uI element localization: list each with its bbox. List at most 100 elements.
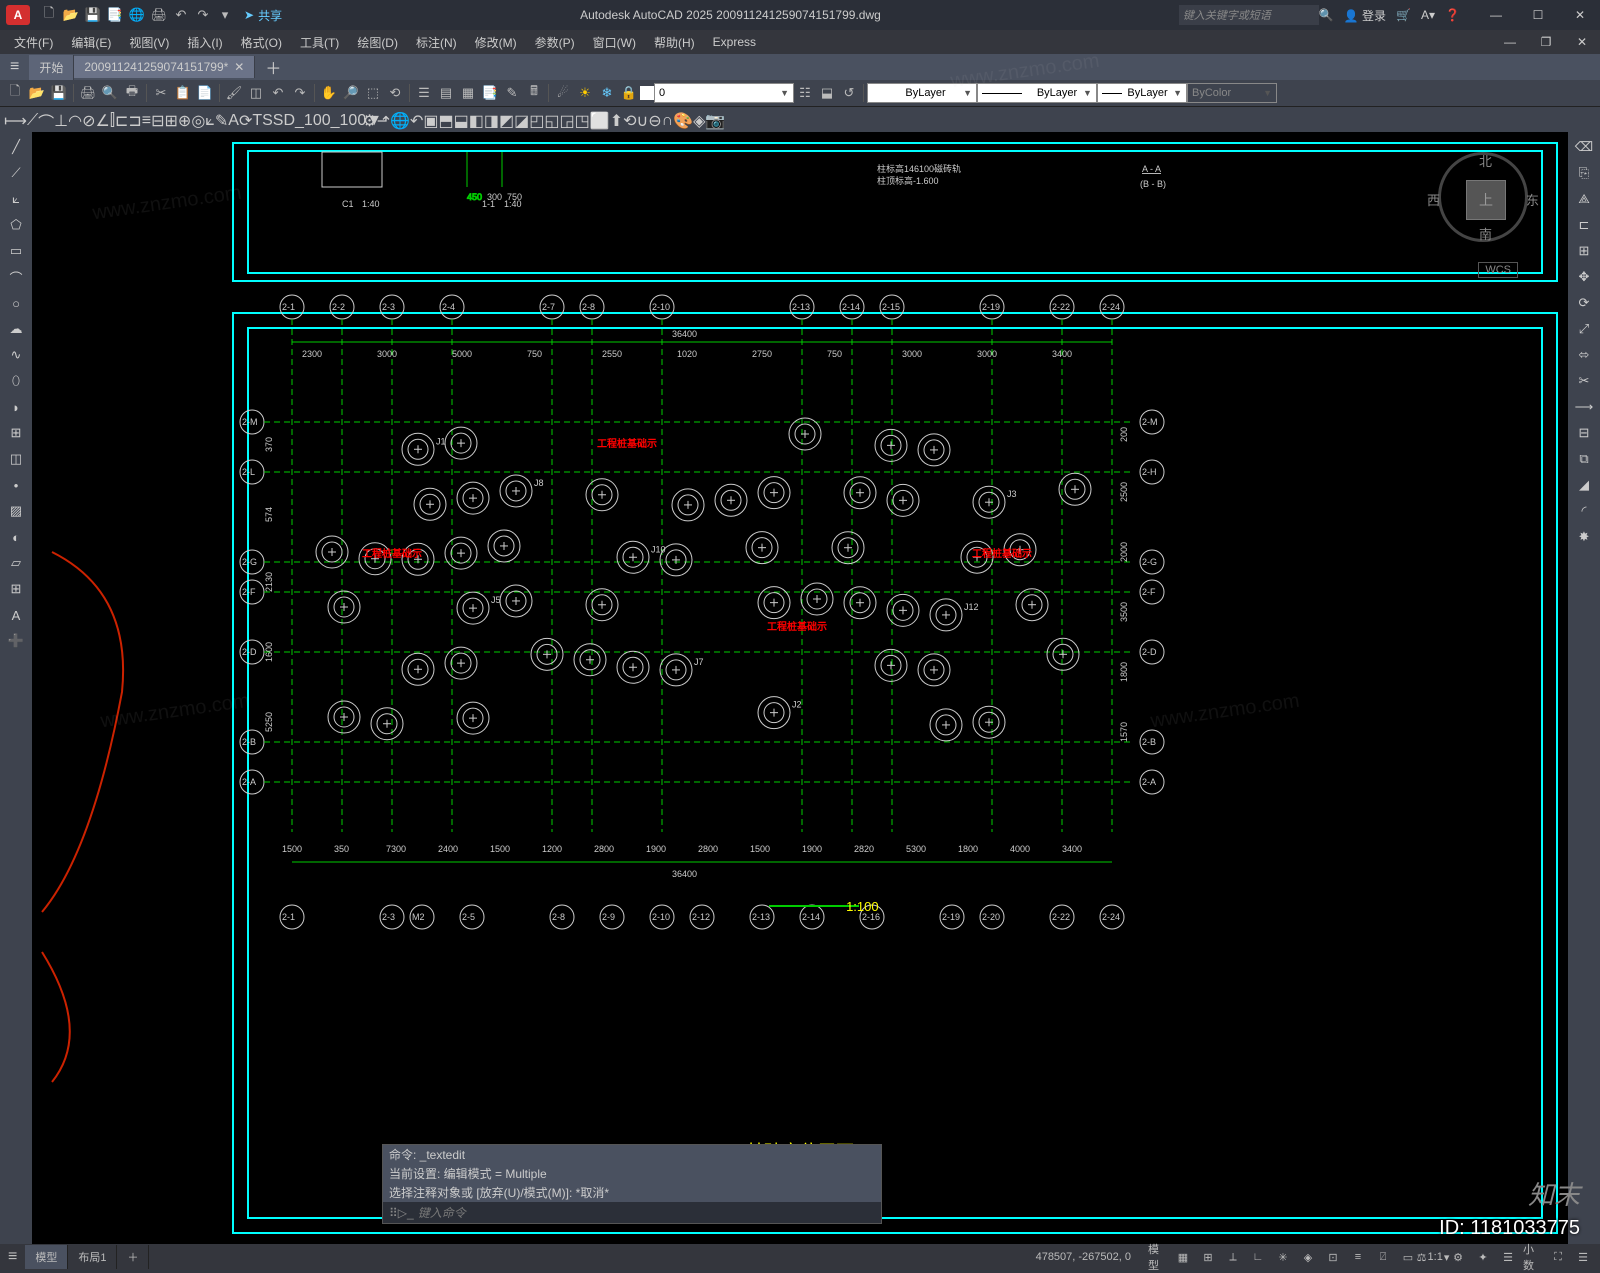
menu-tools[interactable]: 工具(T) <box>292 32 347 53</box>
view-left-icon[interactable]: ◧ <box>469 111 484 131</box>
dim-textedit-icon[interactable]: A <box>228 112 239 130</box>
tb-dc-icon[interactable]: ▤ <box>435 82 457 104</box>
toggle-gizmo-icon[interactable]: ⚙ <box>1447 1247 1469 1267</box>
tb-layerprev-icon[interactable]: ↺ <box>838 82 860 104</box>
search-icon[interactable]: 🔍 <box>1319 8 1334 22</box>
stretch-tool-icon[interactable]: ⬄ <box>1572 344 1596 366</box>
tb-block-icon[interactable]: ◫ <box>245 82 267 104</box>
menu-format[interactable]: 格式(O) <box>233 32 290 53</box>
gradient-tool-icon[interactable]: ◐ <box>4 526 28 548</box>
insert-tool-icon[interactable]: ⊞ <box>4 422 28 444</box>
login-button[interactable]: 👤 登录 <box>1344 7 1386 24</box>
dim-tol-icon[interactable]: ⊞ <box>165 111 178 131</box>
tb-tp-icon[interactable]: ▦ <box>457 82 479 104</box>
ucs-prev-icon[interactable]: ↶ <box>410 111 423 131</box>
ellipsearc-tool-icon[interactable]: ◗ <box>4 396 28 418</box>
spline-tool-icon[interactable]: ∿ <box>4 344 28 366</box>
qat-new-icon[interactable]: 🗋 <box>40 6 58 24</box>
tb-layerstate-icon[interactable]: ☀ <box>574 82 596 104</box>
units-readout[interactable]: 小数 <box>1522 1247 1544 1267</box>
toggle-iso-icon[interactable]: ◈ <box>1297 1247 1319 1267</box>
view-front-icon[interactable]: ◩ <box>499 111 514 131</box>
dim-ordinate-icon[interactable]: ⊥ <box>54 111 68 131</box>
dim-edit-icon[interactable]: ✎ <box>215 111 228 131</box>
toggle-model[interactable]: 模型 <box>1147 1247 1169 1267</box>
join-tool-icon[interactable]: ⧉ <box>1572 448 1596 470</box>
tb-layermgr-icon[interactable]: ☷ <box>794 82 816 104</box>
view-back-icon[interactable]: ◪ <box>514 111 529 131</box>
tb-undo-icon[interactable]: ↶ <box>267 82 289 104</box>
menu-draw[interactable]: 绘图(D) <box>349 32 406 53</box>
navcube-west[interactable]: 西 <box>1427 190 1440 209</box>
doc-restore-button[interactable]: ❐ <box>1528 33 1564 51</box>
share-button[interactable]: ➤ 共享 <box>244 7 282 24</box>
toggle-osnap-icon[interactable]: ⊡ <box>1322 1247 1344 1267</box>
scale-tool-icon[interactable]: ⤢ <box>1572 318 1596 340</box>
tb-zoom-icon[interactable]: 🔎 <box>340 82 362 104</box>
tb-props-icon[interactable]: ☰ <box>413 82 435 104</box>
menu-view[interactable]: 视图(V) <box>121 32 177 53</box>
point-tool-icon[interactable]: • <box>4 474 28 496</box>
3d-extrude-icon[interactable]: ⬆ <box>610 111 623 131</box>
3d-revolve-icon[interactable]: ⟲ <box>623 111 636 131</box>
dim-radius-icon[interactable]: ◠ <box>68 111 82 131</box>
toggle-full-icon[interactable]: ⛶ <box>1547 1247 1569 1267</box>
erase-tool-icon[interactable]: ⌫ <box>1572 136 1596 158</box>
plotstyle-combo[interactable]: ByColor▼ <box>1187 83 1277 103</box>
array-tool-icon[interactable]: ⊞ <box>1572 240 1596 262</box>
visual-style-icon[interactable]: ◈ <box>693 111 705 131</box>
circle-tool-icon[interactable]: ○ <box>4 292 28 314</box>
color-combo[interactable]: ByLayer▼ <box>867 83 977 103</box>
tb-match-icon[interactable]: 🖌 <box>223 82 245 104</box>
tb-publish-icon[interactable]: 🖶 <box>121 82 143 104</box>
ucs-icon[interactable]: ⬏ <box>377 111 390 131</box>
dim-update-icon[interactable]: ⟳ <box>239 111 252 131</box>
tb-paste-icon[interactable]: 📄 <box>194 82 216 104</box>
dimstyle-mgr-icon[interactable]: ⚙ <box>362 111 376 131</box>
mtext-tool-icon[interactable]: A <box>4 604 28 626</box>
toggle-snap-icon[interactable]: ⊞ <box>1197 1247 1219 1267</box>
qat-dropdown-icon[interactable]: ▾ <box>216 6 234 24</box>
menu-insert[interactable]: 插入(I) <box>179 32 230 53</box>
tb-layer-icon[interactable]: ☄ <box>552 82 574 104</box>
dim-linear-icon[interactable]: ⟼ <box>4 111 27 131</box>
toggle-am-icon[interactable]: ☰ <box>1497 1247 1519 1267</box>
toggle-customize-icon[interactable]: ☰ <box>1572 1247 1594 1267</box>
view-sw-icon[interactable]: ◰ <box>529 111 544 131</box>
statusbar-menu-icon[interactable]: ≡ <box>0 1248 25 1266</box>
3d-union-icon[interactable]: ∪ <box>637 111 649 131</box>
drawing-canvas[interactable]: C1 1:40 1-1 1:40 450 300 750 柱标高146100磁砖… <box>32 132 1568 1244</box>
linetype-combo[interactable]: ByLayer▼ <box>977 83 1097 103</box>
cart-icon[interactable]: 🛒 <box>1396 8 1411 22</box>
navcube-south[interactable]: 南 <box>1479 224 1492 243</box>
dim-inspect-icon[interactable]: ◎ <box>191 111 205 131</box>
menu-dim[interactable]: 标注(N) <box>408 32 465 53</box>
region-tool-icon[interactable]: ▱ <box>4 552 28 574</box>
tb-redo-icon[interactable]: ↷ <box>289 82 311 104</box>
navigation-cube[interactable]: 上 北 南 东 西 <box>1438 152 1528 242</box>
wcs-badge[interactable]: WCS <box>1478 262 1518 278</box>
toggle-lwt-icon[interactable]: ≡ <box>1347 1247 1369 1267</box>
tab-layout1[interactable]: 布局1 <box>68 1245 117 1269</box>
navcube-east[interactable]: 东 <box>1526 190 1539 209</box>
rotate-tool-icon[interactable]: ⟳ <box>1572 292 1596 314</box>
toggle-ortho-icon[interactable]: ∟ <box>1247 1247 1269 1267</box>
line-tool-icon[interactable]: ╱ <box>4 136 28 158</box>
chamfer-tool-icon[interactable]: ◢ <box>1572 474 1596 496</box>
tb-zoomwin-icon[interactable]: ⬚ <box>362 82 384 104</box>
ellipse-tool-icon[interactable]: ⬯ <box>4 370 28 392</box>
copy-tool-icon[interactable]: ⎘ <box>1572 162 1596 184</box>
tb-colorswatch[interactable] <box>640 86 654 100</box>
tb-qcalc-icon[interactable]: 🖩 <box>523 82 545 104</box>
ucs-face-icon[interactable]: ▣ <box>423 111 438 131</box>
tb-zoomprev-icon[interactable]: ⟲ <box>384 82 406 104</box>
cmd-handle-icon[interactable]: ⠿ <box>389 1206 398 1220</box>
toggle-grid-icon[interactable]: ▦ <box>1172 1247 1194 1267</box>
dim-aligned-icon[interactable]: ⟋ <box>27 112 38 130</box>
3d-intersect-icon[interactable]: ∩ <box>662 112 674 130</box>
explode-tool-icon[interactable]: ✸ <box>1572 526 1596 548</box>
dim-space-icon[interactable]: ≡ <box>142 112 151 130</box>
command-window[interactable]: 命令: _textedit 当前设置: 编辑模式 = Multiple 选择注释… <box>382 1144 882 1224</box>
navcube-top[interactable]: 上 <box>1466 180 1506 220</box>
camera-icon[interactable]: 📷 <box>705 111 725 131</box>
